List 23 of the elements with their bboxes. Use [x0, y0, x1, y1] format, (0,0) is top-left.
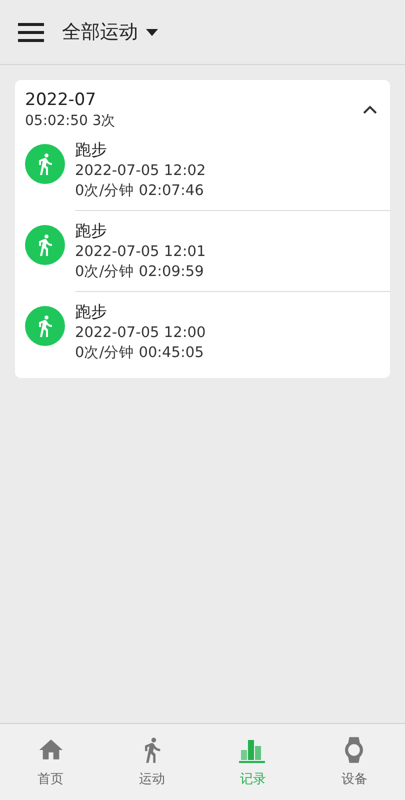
nav-tab[interactable]: 设备	[304, 724, 405, 800]
record-time: 2022-07-05 12:00	[75, 325, 207, 341]
runner-icon	[25, 306, 65, 346]
menu-button[interactable]	[18, 22, 44, 42]
nav-tab[interactable]: 运动	[101, 724, 202, 800]
menu-icon	[18, 22, 44, 42]
sport-filter-dropdown[interactable]: 全部运动	[62, 19, 158, 45]
runner-icon	[25, 144, 65, 184]
record-stats: 0次/分钟 02:09:59	[75, 263, 205, 281]
record-time: 2022-07-05 12:01	[75, 244, 207, 260]
record-stats: 0次/分钟 02:07:46	[75, 182, 205, 200]
sport-name: 跑步	[75, 140, 108, 161]
sport-name: 跑步	[75, 302, 108, 323]
caret-icon	[146, 28, 158, 36]
record-time: 2022-07-05 12:02	[75, 163, 207, 179]
chevron-up-icon	[362, 105, 378, 115]
month-title: 2022-07	[25, 90, 98, 110]
sport-name: 跑步	[75, 221, 108, 242]
runner-icon	[25, 225, 65, 265]
record-stats: 0次/分钟 00:45:05	[75, 344, 205, 362]
nav-tab[interactable]: 首页	[0, 724, 102, 800]
month-summary: 05:02:50 3次	[25, 112, 116, 130]
collapse-button[interactable]	[362, 105, 378, 115]
